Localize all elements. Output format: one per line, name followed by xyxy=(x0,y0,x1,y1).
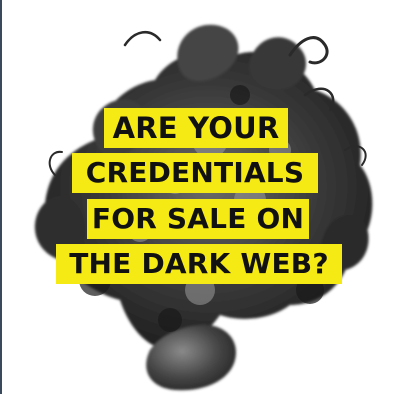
headline-line-3: FOR SALE ON xyxy=(87,199,309,239)
poster-canvas: ARE YOUR CREDENTIALS FOR SALE ON THE DAR… xyxy=(0,0,401,394)
headline-line-1: ARE YOUR xyxy=(104,108,288,148)
headline-line-2: CREDENTIALS xyxy=(72,153,318,193)
headline: ARE YOUR CREDENTIALS FOR SALE ON THE DAR… xyxy=(0,0,401,394)
headline-line-4: THE DARK WEB? xyxy=(56,244,342,284)
